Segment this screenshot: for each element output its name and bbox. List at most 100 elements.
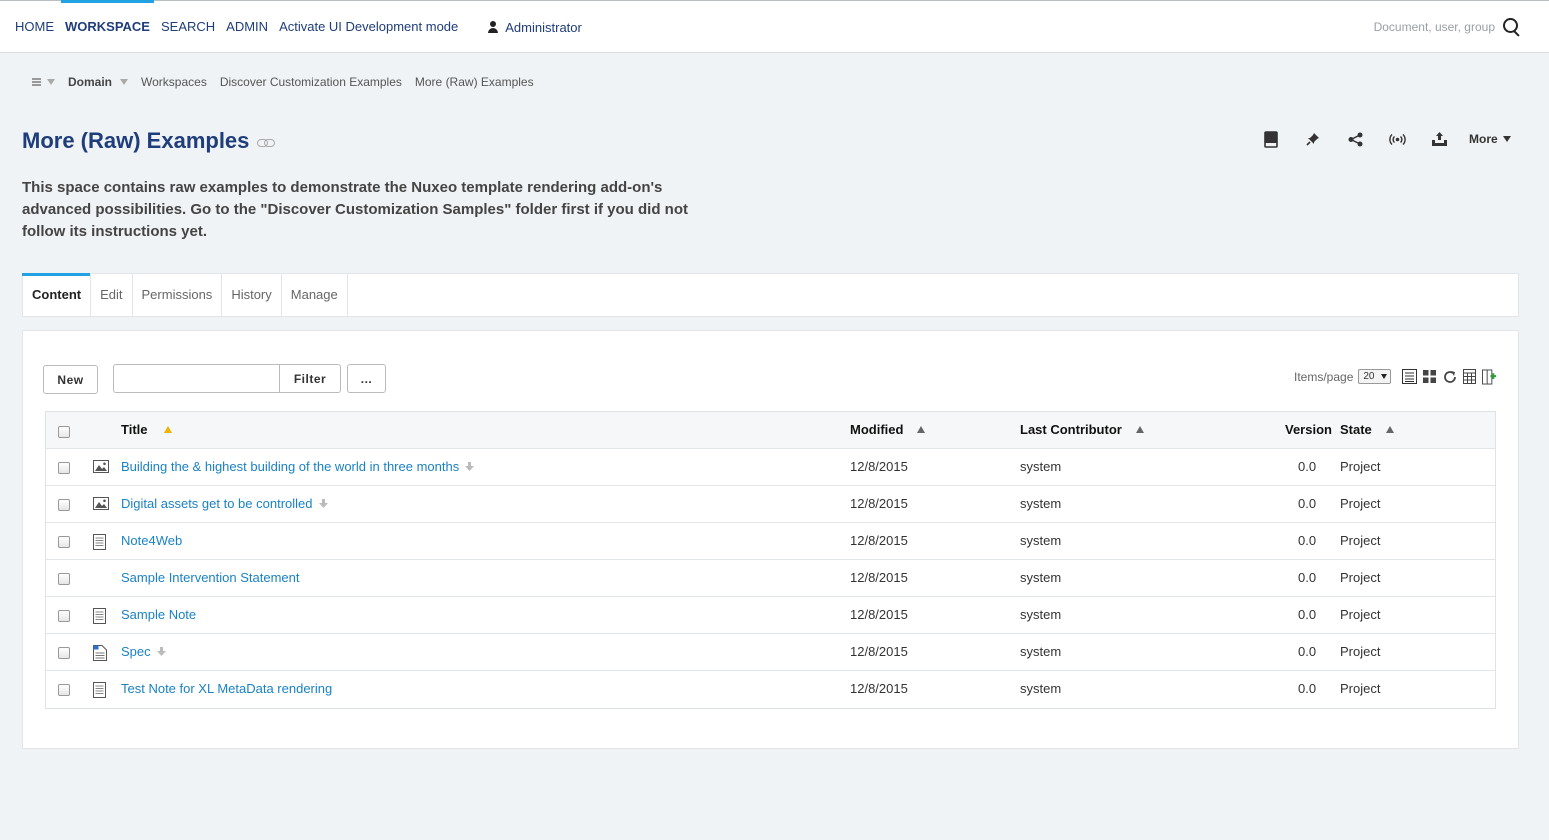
breadcrumb-item[interactable]: More (Raw) Examples (415, 75, 534, 89)
user-menu[interactable]: Administrator (487, 20, 582, 35)
chevron-down-icon[interactable] (120, 79, 129, 85)
table-row[interactable]: Building the & highest building of the w… (46, 449, 1495, 486)
document-link[interactable]: Sample Note (121, 607, 196, 622)
column-modified-label: Modified (850, 422, 904, 437)
row-version: 0.0 (1298, 533, 1317, 548)
table-header: Title Modified Last Contributor Version … (46, 412, 1495, 449)
breadcrumb-domain[interactable]: Domain (68, 75, 112, 89)
table-row[interactable]: Sample Intervention Statement 12/8/2015 sy… (46, 560, 1495, 597)
download-icon[interactable] (465, 450, 475, 471)
export-icon[interactable] (1430, 130, 1448, 148)
grid-view-icon[interactable] (1422, 369, 1437, 384)
list-view-icon[interactable] (1402, 369, 1418, 384)
row-checkbox[interactable] (58, 462, 70, 474)
tab-history[interactable]: History (222, 274, 282, 316)
nav-admin[interactable]: ADMIN (226, 1, 268, 53)
column-title[interactable]: Title (121, 412, 172, 448)
items-per-page-select[interactable]: 20 (1358, 369, 1392, 384)
download-icon[interactable] (156, 635, 166, 656)
broadcast-icon[interactable] (1388, 130, 1406, 148)
column-state-label: State (1340, 422, 1372, 437)
search-area (1365, 1, 1521, 53)
tab-content[interactable]: Content (21, 273, 92, 316)
tab-edit[interactable]: Edit (91, 274, 133, 316)
document-link[interactable]: Sample Intervention Statement (121, 570, 300, 585)
column-contributor[interactable]: Last Contributor (1020, 412, 1144, 448)
sort-asc-icon (163, 426, 172, 433)
tab-manage[interactable]: Manage (282, 274, 348, 316)
row-contributor: system (1020, 459, 1062, 474)
breadcrumb-item[interactable]: Workspaces (141, 75, 207, 89)
add-column-icon[interactable] (1482, 369, 1497, 384)
document-link[interactable]: Building the & highest building of the w… (121, 459, 459, 474)
column-modified[interactable]: Modified (850, 412, 926, 448)
row-title: Digital assets get to be controlled (121, 486, 328, 522)
nav-workspace[interactable]: WORKSPACE (61, 0, 154, 53)
row-modified: 12/8/2015 (850, 496, 908, 511)
table-row[interactable]: Test Note for XL MetaData rendering 12/8/… (46, 671, 1495, 708)
note-icon (93, 682, 109, 698)
row-checkbox[interactable] (58, 536, 70, 548)
download-icon[interactable] (318, 487, 328, 508)
table-row[interactable]: Spec 12/8/2015 system 0.0 Project (46, 634, 1495, 671)
book-icon[interactable] (1262, 130, 1280, 148)
row-checkbox[interactable] (58, 499, 70, 511)
row-modified: 12/8/2015 (850, 681, 908, 696)
document-tabs: Content Edit Permissions History Manage (21, 273, 1519, 317)
row-modified: 12/8/2015 (850, 607, 908, 622)
nav-dev-mode[interactable]: Activate UI Development mode (279, 1, 458, 53)
search-input[interactable] (1365, 20, 1495, 34)
filter-input[interactable] (113, 364, 279, 393)
filter-button[interactable]: Filter (279, 364, 341, 393)
column-contributor-label: Last Contributor (1020, 422, 1122, 437)
items-per-page: Items/page 20 (1294, 369, 1497, 384)
items-per-page-value: 20 (1363, 371, 1375, 382)
column-state[interactable]: State (1340, 412, 1394, 448)
row-contributor: system (1020, 496, 1062, 511)
spreadsheet-icon[interactable] (1462, 369, 1477, 384)
select-all-checkbox[interactable] (58, 426, 70, 438)
document-link[interactable]: Test Note for XL MetaData rendering (121, 681, 332, 696)
permalink-icon[interactable] (257, 138, 276, 147)
row-checkbox[interactable] (58, 684, 70, 696)
chevron-down-icon[interactable] (47, 79, 55, 85)
table-body: Building the & highest building of the w… (46, 449, 1495, 708)
table-row[interactable]: Sample Note 12/8/2015 system 0.0 Project (46, 597, 1495, 634)
table-row[interactable]: Digital assets get to be controlled 12/8/… (46, 486, 1495, 523)
search-icon[interactable] (1503, 18, 1521, 36)
more-actions-button[interactable]: More (1469, 132, 1511, 146)
breadcrumb-item[interactable]: Discover Customization Examples (220, 75, 402, 89)
table-row[interactable]: Note4Web 12/8/2015 system 0.0 Project (46, 523, 1495, 560)
refresh-icon[interactable] (1442, 369, 1457, 384)
content-panel: New Filter ... Items/page 20 Title Modif… (22, 330, 1519, 749)
more-options-button[interactable]: ... (347, 364, 386, 393)
row-contributor: system (1020, 644, 1062, 659)
user-icon (487, 21, 499, 33)
document-link[interactable]: Digital assets get to be controlled (121, 496, 313, 511)
nav-home[interactable]: HOME (15, 1, 54, 53)
picture-icon (93, 460, 109, 475)
nav-search[interactable]: SEARCH (161, 1, 215, 53)
hamburger-icon[interactable] (32, 78, 41, 86)
tab-permissions[interactable]: Permissions (133, 274, 223, 316)
document-link[interactable]: Note4Web (121, 533, 182, 548)
chevron-down-icon (1381, 374, 1388, 379)
row-checkbox[interactable] (58, 647, 70, 659)
row-modified: 12/8/2015 (850, 644, 908, 659)
row-version: 0.0 (1298, 644, 1317, 659)
row-checkbox[interactable] (58, 573, 70, 585)
document-link[interactable]: Spec (121, 644, 151, 659)
row-title: Test Note for XL MetaData rendering (121, 671, 332, 707)
pin-icon[interactable] (1304, 130, 1322, 148)
row-checkbox[interactable] (58, 610, 70, 622)
row-title: Sample Note (121, 597, 196, 633)
row-state: Project (1340, 644, 1381, 659)
content-table: Title Modified Last Contributor Version … (45, 411, 1496, 709)
picture-icon (93, 497, 109, 512)
new-button[interactable]: New (43, 365, 98, 394)
row-state: Project (1340, 607, 1381, 622)
row-state: Project (1340, 570, 1381, 585)
note-icon (93, 608, 109, 624)
column-version: Version (1285, 422, 1332, 437)
share-icon[interactable] (1346, 130, 1364, 148)
